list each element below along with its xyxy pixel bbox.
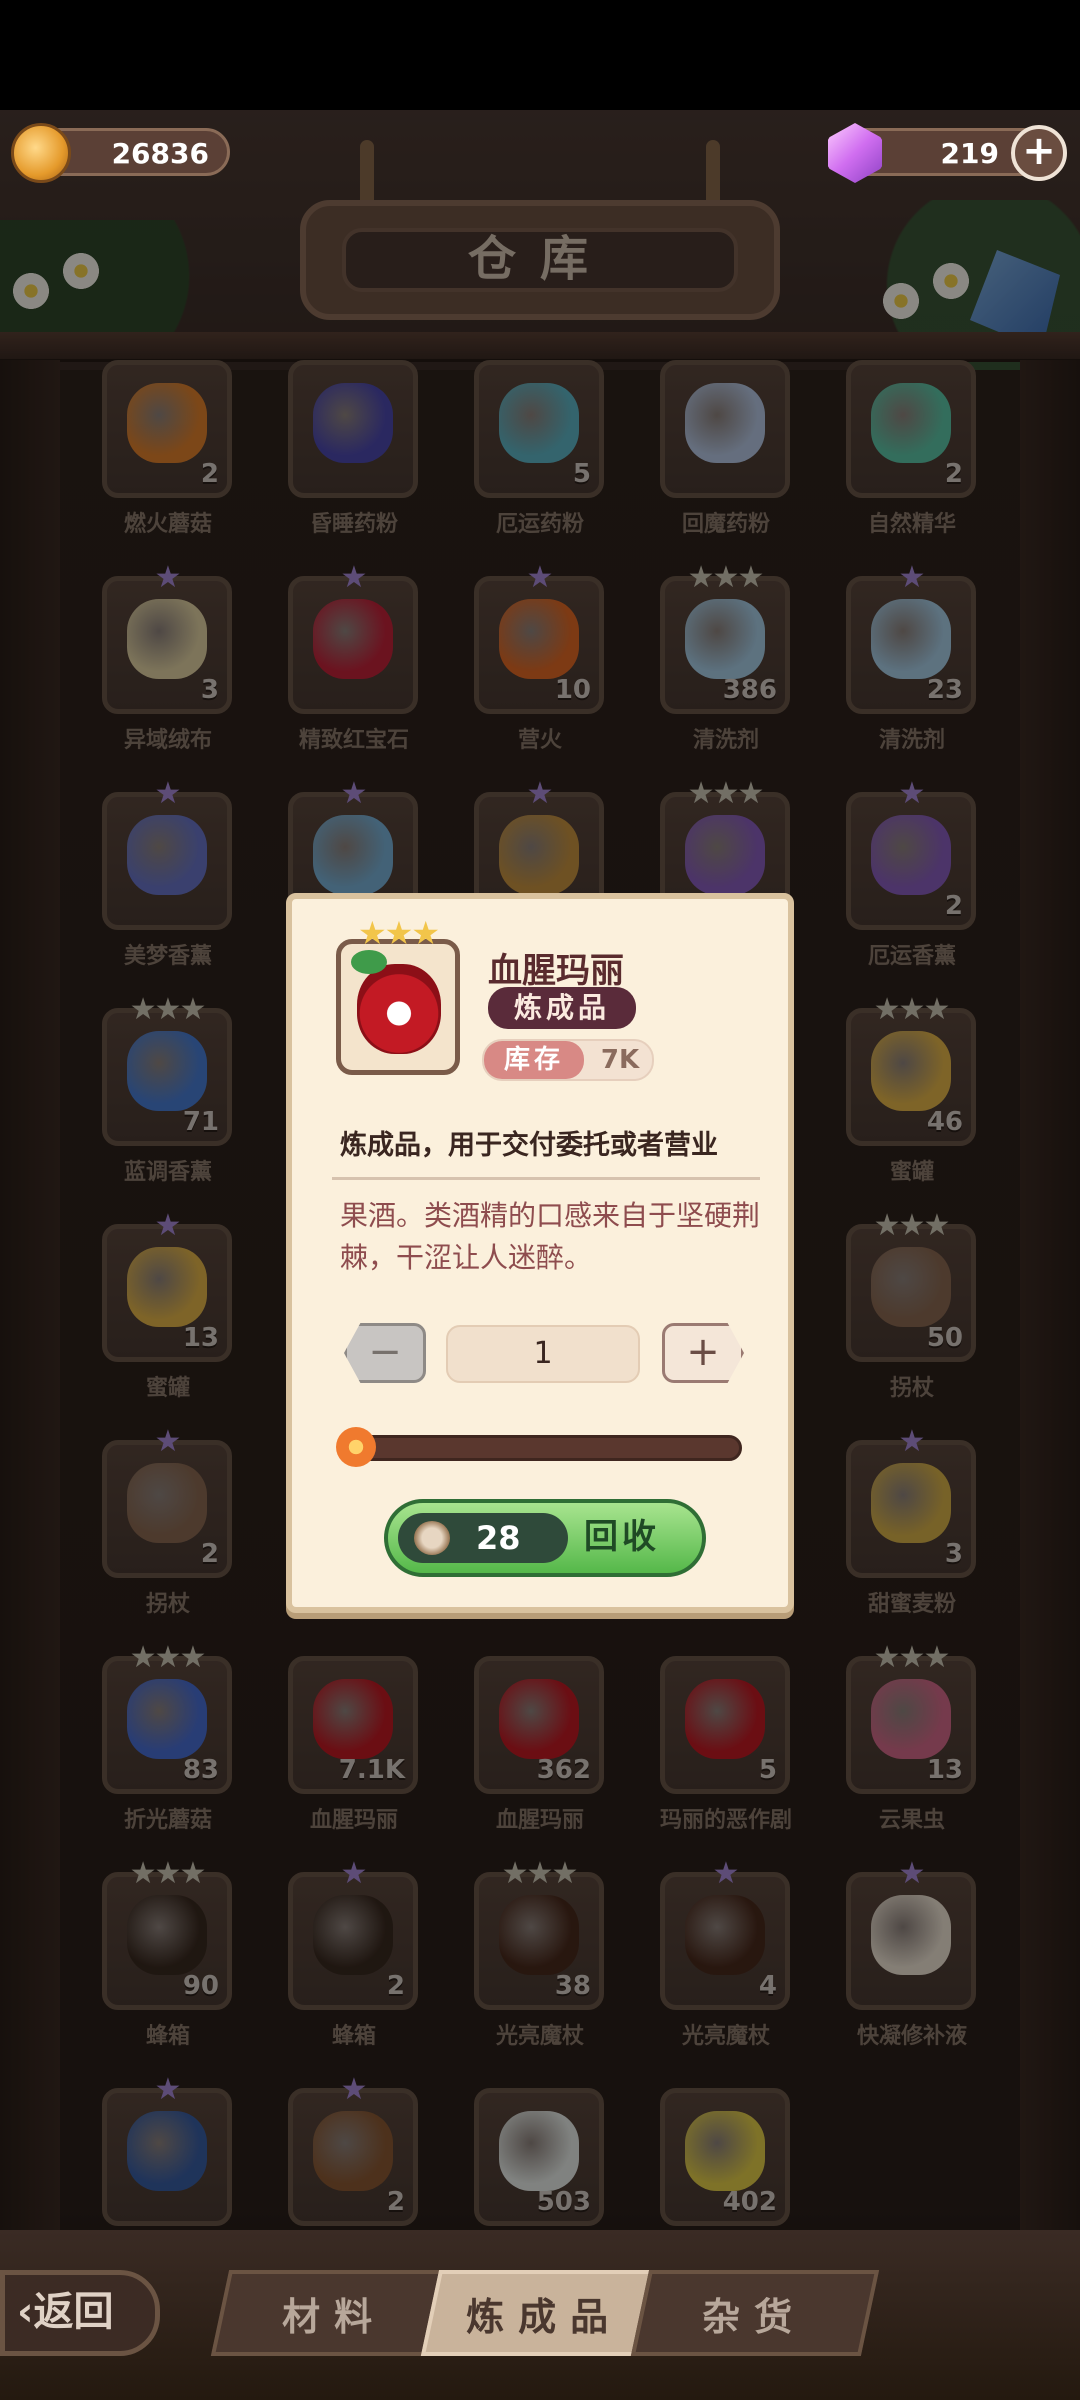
coin-icon — [11, 123, 71, 183]
stock-value: 7K — [600, 1045, 640, 1075]
recycle-cost-value: 28 — [476, 1519, 521, 1557]
quantity-field[interactable]: 1 — [446, 1325, 640, 1383]
add-gems-button[interactable]: + — [1011, 125, 1067, 181]
gold-value: 26836 — [111, 137, 209, 170]
item-detail-dialog: ★★★ 血腥玛丽 炼成品 库存 7K 炼成品，用于交付委托或者营业 果酒。类酒精… — [286, 893, 794, 1613]
stock-badge: 库存 7K — [482, 1039, 654, 1081]
gem-value: 219 — [940, 137, 999, 170]
tab-label: 杂货 — [702, 2295, 807, 2339]
back-button[interactable]: ‹返回 — [0, 2270, 160, 2356]
slider-handle[interactable] — [336, 1427, 376, 1467]
quantity-slider[interactable] — [342, 1435, 742, 1461]
increase-button[interactable]: + — [662, 1323, 744, 1383]
stock-label: 库存 — [484, 1041, 584, 1079]
gold-counter: 26836 — [11, 123, 230, 183]
recycle-button[interactable]: 28 回收 — [384, 1499, 706, 1577]
recycle-cost: 28 — [398, 1513, 568, 1563]
recycle-label: 回收 — [584, 1517, 660, 1557]
status-bar — [0, 0, 1080, 110]
item-stars: ★★★ — [357, 914, 440, 952]
leaf-icon — [351, 950, 387, 974]
item-name: 血腥玛丽 — [488, 951, 624, 991]
bottom-tab-bar: ‹返回 材料 炼成品 杂货 — [0, 2230, 1080, 2400]
decrease-button[interactable]: − — [344, 1323, 426, 1383]
item-type-badge: 炼成品 — [488, 987, 636, 1029]
bloody-mary-icon — [357, 964, 441, 1054]
tab-crafted[interactable]: 炼成品 — [420, 2270, 670, 2356]
divider — [332, 1177, 760, 1180]
coin-pouch-icon — [414, 1521, 450, 1555]
tab-label: 材料 — [282, 2295, 387, 2339]
item-portrait — [336, 939, 460, 1075]
tab-goods[interactable]: 杂货 — [630, 2270, 880, 2356]
tab-materials[interactable]: 材料 — [210, 2270, 460, 2356]
item-description: 果酒。类酒精的口感来自于坚硬荆棘，干涩让人迷醉。 — [340, 1199, 761, 1274]
gem-counter: 219 + — [828, 123, 1067, 183]
item-usage: 炼成品，用于交付委托或者营业 — [340, 1130, 718, 1161]
tab-label: 炼成品 — [466, 2295, 623, 2339]
